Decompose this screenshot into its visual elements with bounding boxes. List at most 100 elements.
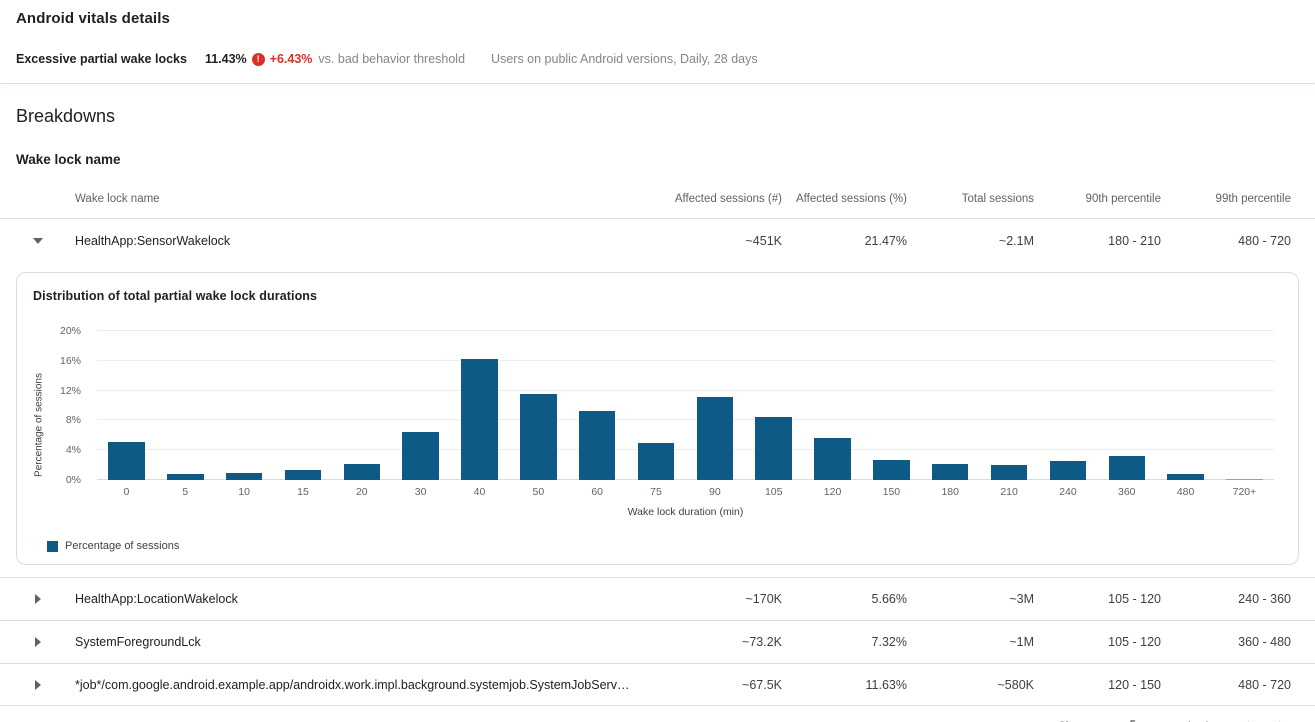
x-tick-label: 20 — [332, 486, 391, 498]
metric-delta: +6.43% — [270, 52, 313, 66]
bar-slot — [332, 331, 391, 480]
chart-plot-area: 0%4%8%12%16%20% — [97, 331, 1274, 480]
x-tick-label: 60 — [568, 486, 627, 498]
bar-slot — [980, 331, 1039, 480]
x-tick-label: 105 — [744, 486, 803, 498]
affected-pct-cell: 21.47% — [782, 234, 907, 248]
chevron-down-icon — [33, 238, 43, 244]
wake-lock-name-cell: HealthApp:LocationWakelock — [60, 592, 632, 606]
previous-page-button[interactable] — [1235, 715, 1259, 722]
table-footer: Show rows: 5 1 - 4 — [0, 706, 1315, 722]
wake-lock-name-cell: SystemForegroundLck — [60, 635, 632, 649]
wake-lock-name-cell: *job*/com.google.android.example.app/and… — [60, 678, 632, 692]
p90-cell: 105 - 120 — [1034, 635, 1161, 649]
p90-cell: 120 - 150 — [1034, 678, 1161, 692]
p90-cell: 180 - 210 — [1034, 234, 1161, 248]
bar-105 — [755, 417, 791, 480]
p99-cell: 360 - 480 — [1161, 635, 1291, 649]
x-tick-label: 30 — [391, 486, 450, 498]
total-sessions-cell: ~1M — [907, 635, 1034, 649]
metric-label: Excessive partial wake locks — [16, 52, 187, 66]
p99-cell: 240 - 360 — [1161, 592, 1291, 606]
table-row: *job*/com.google.android.example.app/and… — [0, 663, 1315, 706]
table-row: SystemForegroundLck ~73.2K 7.32% ~1M 105… — [0, 620, 1315, 663]
x-tick-label: 180 — [921, 486, 980, 498]
expand-row-button[interactable] — [16, 664, 60, 705]
x-tick-label: 360 — [1097, 486, 1156, 498]
bar-slot — [156, 331, 215, 480]
page-title: Android vitals details — [0, 0, 1315, 27]
bar-slot — [921, 331, 980, 480]
chevron-left-icon — [1238, 718, 1256, 722]
next-page-button[interactable] — [1269, 715, 1293, 722]
chart-title: Distribution of total partial wake lock … — [33, 289, 1282, 303]
x-tick-label: 240 — [1039, 486, 1098, 498]
total-sessions-cell: ~3M — [907, 592, 1034, 606]
col-header-p99: 99th percentile — [1161, 193, 1291, 205]
x-tick-label: 5 — [156, 486, 215, 498]
bar-360 — [1109, 456, 1145, 480]
bar-240 — [1050, 461, 1086, 480]
table-header-row: Wake lock name Affected sessions (#) Aff… — [0, 179, 1315, 219]
bar-slot — [97, 331, 156, 480]
bar-slot — [1156, 331, 1215, 480]
bar-60 — [579, 411, 615, 480]
col-header-p90: 90th percentile — [1034, 193, 1161, 205]
table-row: HealthApp:LocationWakelock ~170K 5.66% ~… — [0, 577, 1315, 620]
bar-slot — [744, 331, 803, 480]
chart-yticks: 0%4%8%12%16%20% — [33, 331, 89, 480]
breakdowns-heading: Breakdowns — [0, 84, 1315, 127]
metric-delta-suffix: vs. bad behavior threshold — [318, 52, 465, 66]
p90-cell: 105 - 120 — [1034, 592, 1161, 606]
x-tick-label: 40 — [450, 486, 509, 498]
x-tick-label: 75 — [627, 486, 686, 498]
affected-pct-cell: 7.32% — [782, 635, 907, 649]
metric-summary-bar: Excessive partial wake locks 11.43% ! +6… — [0, 35, 1315, 83]
legend-label: Percentage of sessions — [65, 540, 179, 552]
expand-row-button[interactable] — [16, 578, 60, 620]
show-rows-select[interactable]: 5 — [1128, 718, 1152, 722]
affected-count-cell: ~73.2K — [632, 635, 782, 649]
wake-lock-name-heading: Wake lock name — [0, 127, 1315, 167]
chart-xlabels: 0510152030405060759010512015018021024036… — [97, 486, 1274, 498]
p99-cell: 480 - 720 — [1161, 234, 1291, 248]
x-tick-label: 120 — [803, 486, 862, 498]
x-tick-label: 90 — [685, 486, 744, 498]
collapse-row-button[interactable] — [16, 219, 60, 262]
bar-150 — [873, 460, 909, 480]
x-tick-label: 15 — [274, 486, 333, 498]
bar-slot — [685, 331, 744, 480]
x-tick-label: 480 — [1156, 486, 1215, 498]
bar-slot — [215, 331, 274, 480]
affected-pct-cell: 5.66% — [782, 592, 907, 606]
total-sessions-cell: ~2.1M — [907, 234, 1034, 248]
affected-pct-cell: 11.63% — [782, 678, 907, 692]
total-sessions-cell: ~580K — [907, 678, 1034, 692]
chart-bars — [97, 331, 1274, 480]
distribution-chart-card: Distribution of total partial wake lock … — [16, 272, 1299, 565]
bar-slot — [1039, 331, 1098, 480]
chart-legend: Percentage of sessions — [33, 540, 1282, 552]
col-header-affected-pct: Affected sessions (%) — [782, 193, 907, 205]
chevron-right-icon — [35, 594, 41, 604]
x-tick-label: 720+ — [1215, 486, 1274, 498]
chevron-right-icon — [1272, 718, 1290, 722]
bar-10 — [226, 473, 262, 480]
x-tick-label: 50 — [509, 486, 568, 498]
bar-15 — [285, 470, 321, 480]
bar-slot — [803, 331, 862, 480]
affected-count-cell: ~451K — [632, 234, 782, 248]
wake-lock-name-cell: HealthApp:SensorWakelock — [60, 234, 632, 248]
bar-slot — [391, 331, 450, 480]
bar-slot — [450, 331, 509, 480]
bar-180 — [932, 464, 968, 480]
table-row: HealthApp:SensorWakelock ~451K 21.47% ~2… — [0, 219, 1315, 262]
col-header-name: Wake lock name — [60, 193, 632, 205]
bar-75 — [638, 443, 674, 480]
bar-90 — [697, 397, 733, 480]
expand-row-button[interactable] — [16, 621, 60, 663]
bar-slot — [627, 331, 686, 480]
bar-210 — [991, 465, 1027, 480]
bar-120 — [814, 438, 850, 480]
bar-slot — [274, 331, 333, 480]
